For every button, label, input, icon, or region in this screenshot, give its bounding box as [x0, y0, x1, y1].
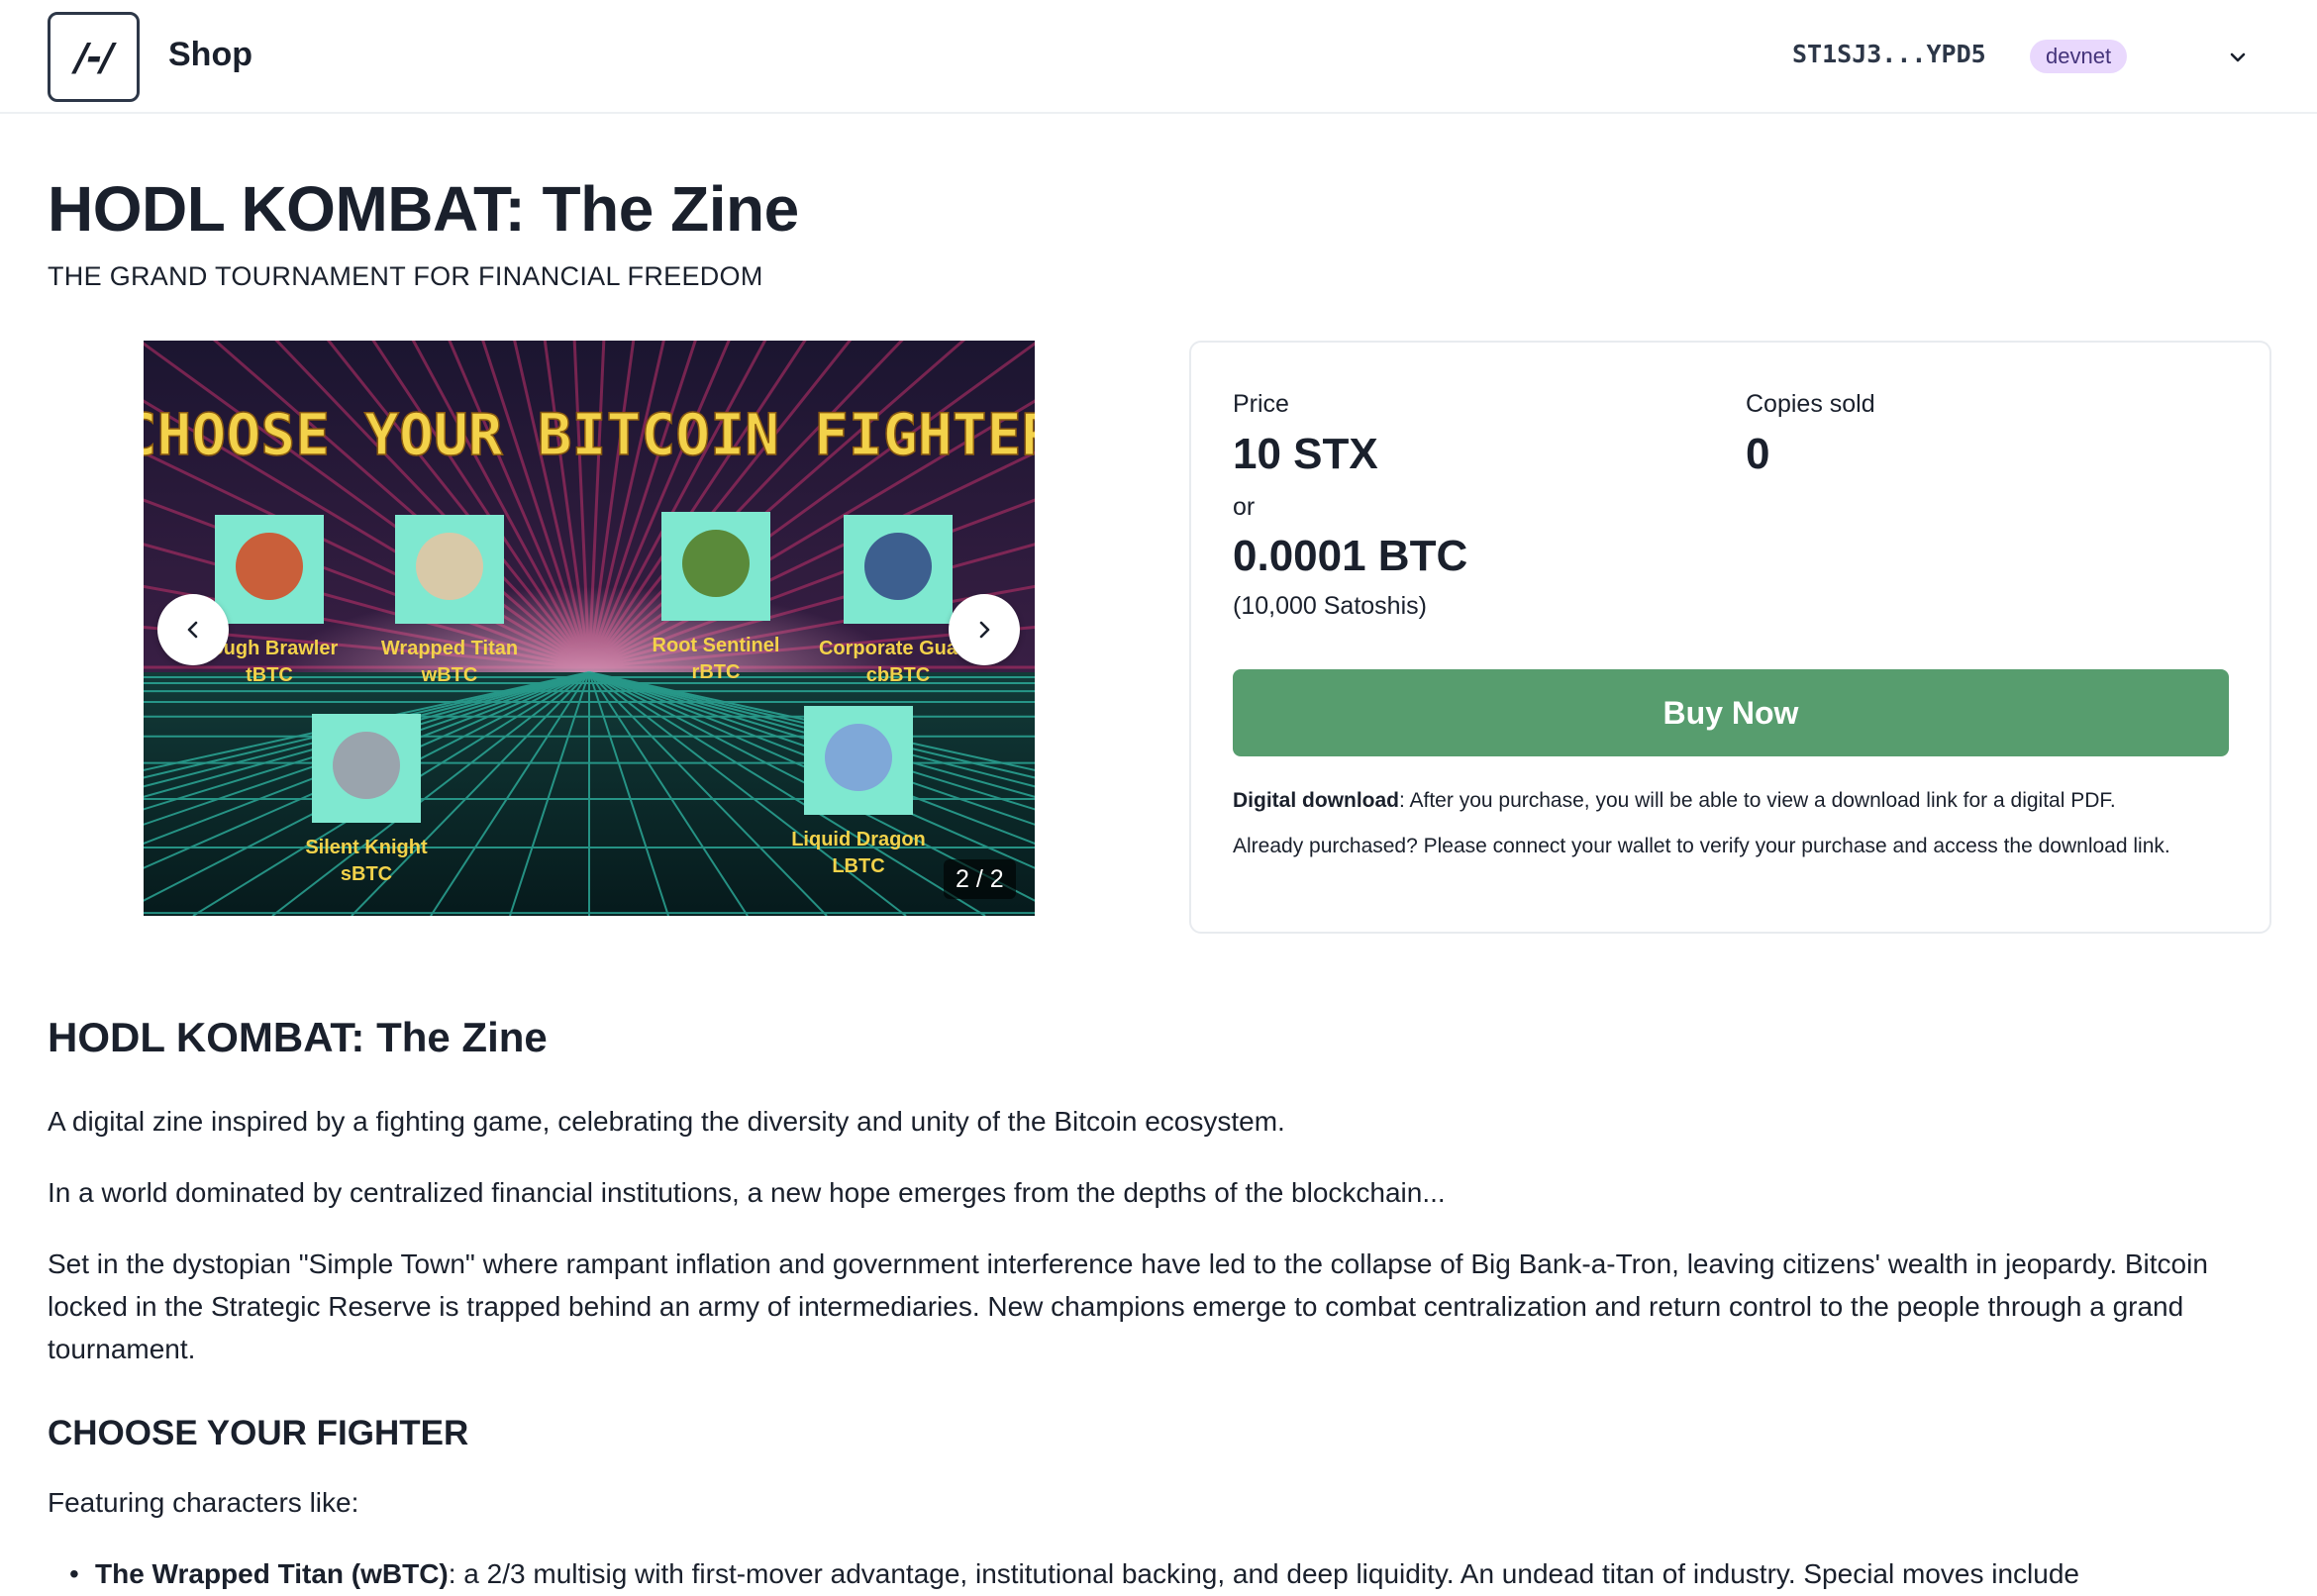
price-stx: 10 STX	[1233, 430, 1378, 478]
account-menu-button[interactable]	[2223, 43, 2253, 72]
fighter-name: Wrapped Titan	[381, 638, 518, 659]
page-subtitle: THE GRAND TOURNAMENT FOR FINANCIAL FREED…	[48, 261, 763, 291]
list-item: The Wrapped Titan (wBTC): a 2/3 multisig…	[69, 1552, 2079, 1595]
fighter-token: rBTC	[692, 661, 741, 683]
featuring-text: Featuring characters like:	[48, 1487, 359, 1518]
fighter-figure	[236, 533, 303, 600]
fighter-token: cbBTC	[866, 664, 930, 686]
carousel-counter: 2 / 2	[944, 859, 1016, 899]
list-item-text: : a 2/3 multisig with first-mover advant…	[448, 1558, 2079, 1589]
fighter-token: tBTC	[246, 664, 293, 686]
buy-now-button[interactable]: Buy Now	[1233, 669, 2229, 756]
logo[interactable]: /-/	[48, 12, 140, 102]
top-nav: /-/ Shop ST1SJ3...YPD5 devnet	[0, 0, 2317, 114]
fighter-name: Silent Knight	[305, 837, 428, 858]
fighter-figure	[416, 533, 483, 600]
price-sats: (10,000 Satoshis)	[1233, 592, 1427, 620]
list-item-bold: The Wrapped Titan (wBTC)	[95, 1558, 449, 1589]
download-note-text: : After you purchase, you will be able t…	[1399, 789, 2116, 812]
brand-name[interactable]: Shop	[168, 36, 252, 74]
chevron-left-icon	[187, 621, 198, 639]
carousel-banner-text: CHOOSE YOUR BITCOIN FIGHTER	[144, 401, 1035, 468]
or-label: or	[1233, 493, 1256, 521]
fighter-token: LBTC	[832, 855, 884, 877]
chevron-down-icon	[2230, 52, 2246, 62]
already-purchased-note: Already purchased? Please connect your w…	[1233, 835, 2170, 857]
fighter-name: Liquid Dragon	[791, 829, 926, 850]
fighter-token: wBTC	[421, 664, 478, 686]
product-image-carousel[interactable]: CHOOSE YOUR BITCOIN FIGHTER Tough Brawle…	[144, 341, 1035, 916]
carousel-next-button[interactable]	[949, 594, 1020, 665]
fighters-heading: CHOOSE YOUR FIGHTER	[48, 1414, 469, 1452]
download-note: Digital download: After you purchase, yo…	[1233, 784, 2233, 817]
carousel-prev-button[interactable]	[157, 594, 229, 665]
logo-text: /-/	[74, 35, 115, 79]
copies-sold-count: 0	[1746, 430, 1770, 478]
carousel-image: CHOOSE YOUR BITCOIN FIGHTER Tough Brawle…	[144, 341, 1035, 916]
purchase-card: Price 10 STX or 0.0001 BTC (10,000 Satos…	[1189, 341, 2271, 934]
page-title: HODL KOMBAT: The Zine	[48, 173, 799, 245]
download-note-bold: Digital download	[1233, 789, 1399, 812]
copies-sold-label: Copies sold	[1746, 390, 1875, 418]
network-badge: devnet	[2030, 40, 2128, 73]
fighter-figure	[682, 530, 750, 597]
fighter-name: Root Sentinel	[653, 635, 780, 656]
description-paragraph-3: Set in the dystopian "Simple Town" where…	[48, 1248, 2208, 1364]
price-label: Price	[1233, 390, 1289, 418]
description-paragraph-2: In a world dominated by centralized fina…	[48, 1177, 1446, 1208]
description-heading: HODL KOMBAT: The Zine	[48, 1014, 548, 1060]
fighter-figure	[333, 732, 400, 799]
fighter-figure	[825, 724, 892, 791]
price-btc: 0.0001 BTC	[1233, 532, 1468, 580]
wallet-address: ST1SJ3...YPD5	[1792, 40, 1986, 68]
description-paragraph-1: A digital zine inspired by a fighting ga…	[48, 1106, 1285, 1137]
fighter-figure	[864, 533, 932, 600]
chevron-right-icon	[979, 621, 990, 639]
fighter-token: sBTC	[341, 863, 392, 885]
